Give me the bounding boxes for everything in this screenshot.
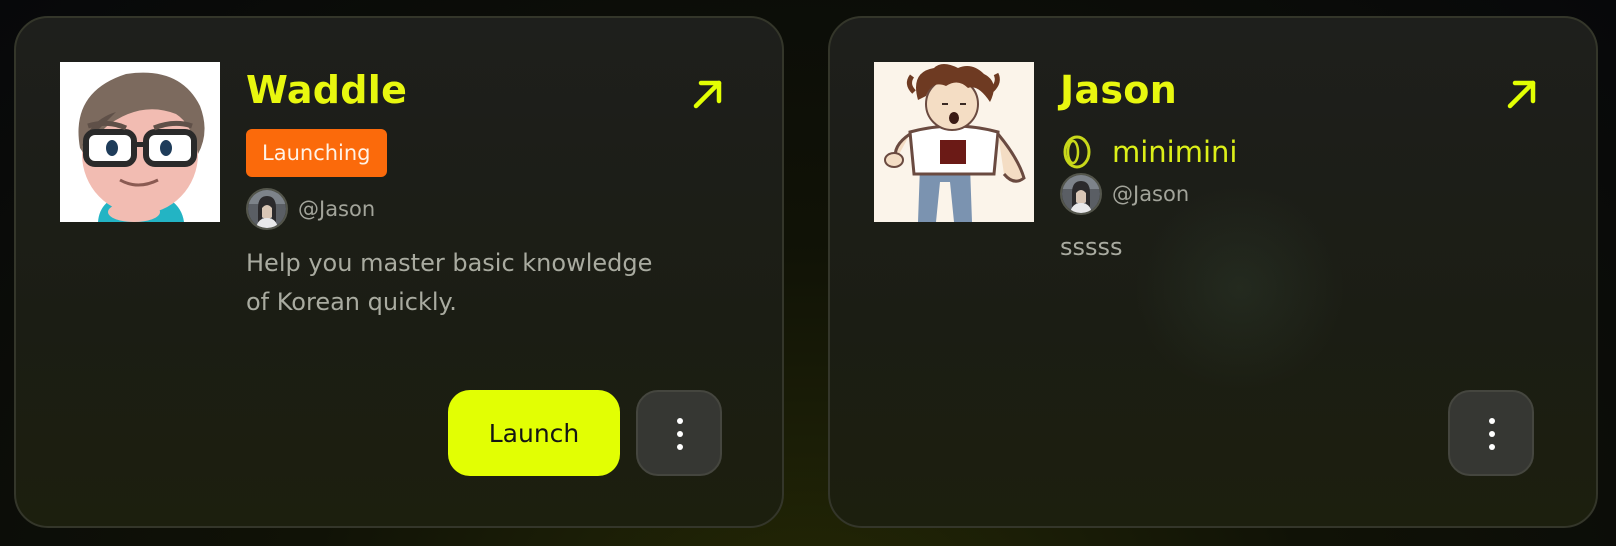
launch-button[interactable]: Launch — [448, 390, 620, 476]
cartoon-boy-icon — [874, 62, 1034, 222]
coin-icon — [1063, 135, 1091, 169]
token-name: minimini — [1112, 135, 1238, 169]
author-avatar-icon — [1062, 175, 1100, 213]
agent-thumbnail — [874, 62, 1034, 222]
agent-thumbnail — [60, 62, 220, 222]
status-badge: Launching — [246, 129, 387, 177]
avatar — [1060, 173, 1102, 215]
vertical-dots-icon — [1489, 418, 1495, 450]
agent-title: Waddle — [246, 68, 408, 112]
vertical-dots-icon — [677, 418, 683, 450]
author-handle: @Jason — [1112, 182, 1190, 206]
avatar — [246, 188, 288, 230]
cartoon-man-icon — [60, 62, 220, 222]
agent-description: sssss — [1060, 233, 1123, 261]
more-options-button[interactable] — [1448, 390, 1534, 476]
token-row: minimini — [1060, 132, 1238, 172]
arrow-up-right-icon[interactable] — [1502, 74, 1542, 114]
author-avatar-icon — [248, 190, 286, 228]
agent-description: Help you master basic knowledge of Korea… — [246, 249, 653, 316]
author-handle: @Jason — [298, 197, 376, 221]
arrow-up-right-icon[interactable] — [688, 74, 728, 114]
author-row[interactable]: @Jason — [1060, 173, 1189, 215]
author-row[interactable]: @Jason — [246, 188, 375, 230]
agent-card-waddle[interactable]: Waddle Launching @Jason Help you master … — [14, 16, 784, 528]
agent-title: Jason — [1060, 68, 1178, 112]
more-options-button[interactable] — [636, 390, 722, 476]
agent-card-jason[interactable]: Jason minimini @Jason sssss — [828, 16, 1598, 528]
